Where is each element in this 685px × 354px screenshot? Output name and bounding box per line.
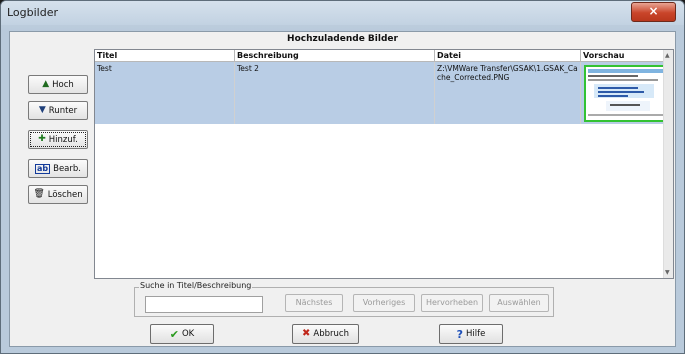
edit-button-label: Bearb. (53, 163, 81, 174)
delete-button-label: Löschen (47, 189, 83, 200)
scroll-down-icon[interactable]: ▼ (665, 269, 670, 276)
trash-icon: 🗑 (33, 189, 45, 199)
scroll-up-icon[interactable]: ▲ (665, 52, 670, 59)
images-table[interactable]: Titel Beschreibung Datei Vorschau Test T… (94, 49, 674, 279)
cancel-button-label: Abbruch (313, 329, 349, 339)
select-button[interactable]: Auswählen (489, 294, 549, 312)
cell-titel: Test (95, 62, 235, 124)
edit-button[interactable]: ab Bearb. (28, 159, 88, 178)
cell-datei: Z:\VMWare Transfer\GSAK\1.GSAK_Cache_Cor… (435, 62, 581, 124)
checkmark-icon: ✔ (169, 327, 179, 341)
down-button[interactable]: ▼ Runter (28, 101, 88, 120)
cell-beschreibung: Test 2 (235, 62, 435, 124)
preview-thumbnail (584, 65, 672, 122)
search-group: Suche in Titel/Beschreibung Nächstes Vor… (134, 281, 554, 317)
highlight-button[interactable]: Hervorheben (421, 294, 483, 312)
next-button[interactable]: Nächstes (285, 294, 343, 312)
close-button[interactable]: × (631, 2, 676, 22)
dialog-heading: Hochzuladende Bilder (287, 34, 398, 44)
previous-button[interactable]: Vorheriges (353, 294, 415, 312)
help-button-label: Hilfe (466, 329, 486, 339)
title-bar[interactable]: Logbilder × (1, 1, 684, 25)
close-icon: × (648, 4, 659, 18)
up-arrow-icon: ▲ (42, 79, 50, 89)
search-input[interactable] (145, 296, 263, 313)
column-header-vorschau[interactable]: Vorschau (581, 50, 665, 62)
x-icon: ✖ (302, 328, 311, 339)
help-button[interactable]: ? Hilfe (439, 324, 503, 344)
column-header-beschreibung[interactable]: Beschreibung (235, 50, 435, 62)
column-header-titel[interactable]: Titel (95, 50, 235, 62)
dialog-window: Logbilder × Hochzuladende Bilder ▲ Hoch … (0, 0, 685, 354)
column-header-datei[interactable]: Datei (435, 50, 581, 62)
down-arrow-icon: ▼ (38, 105, 46, 115)
preview-image (586, 67, 670, 120)
question-icon: ? (456, 327, 464, 341)
vertical-scrollbar[interactable]: ▲ ▼ (663, 50, 673, 278)
plus-icon: ✚ (38, 134, 46, 144)
up-button[interactable]: ▲ Hoch (28, 75, 88, 94)
ok-button[interactable]: ✔ OK (150, 324, 214, 344)
up-button-label: Hoch (52, 79, 74, 90)
delete-button[interactable]: 🗑 Löschen (28, 185, 88, 204)
ok-button-label: OK (181, 329, 195, 339)
edit-icon: ab (35, 163, 51, 174)
add-button-label: Hinzuf. (48, 134, 78, 145)
window-title: Logbilder (7, 6, 59, 19)
add-button[interactable]: ✚ Hinzuf. (28, 130, 88, 149)
search-group-label: Suche in Titel/Beschreibung (139, 281, 253, 290)
down-button-label: Runter (48, 105, 78, 116)
dialog-client: Hochzuladende Bilder ▲ Hoch ▼ Runter ✚ H… (9, 31, 676, 347)
cancel-button[interactable]: ✖ Abbruch (292, 324, 359, 344)
